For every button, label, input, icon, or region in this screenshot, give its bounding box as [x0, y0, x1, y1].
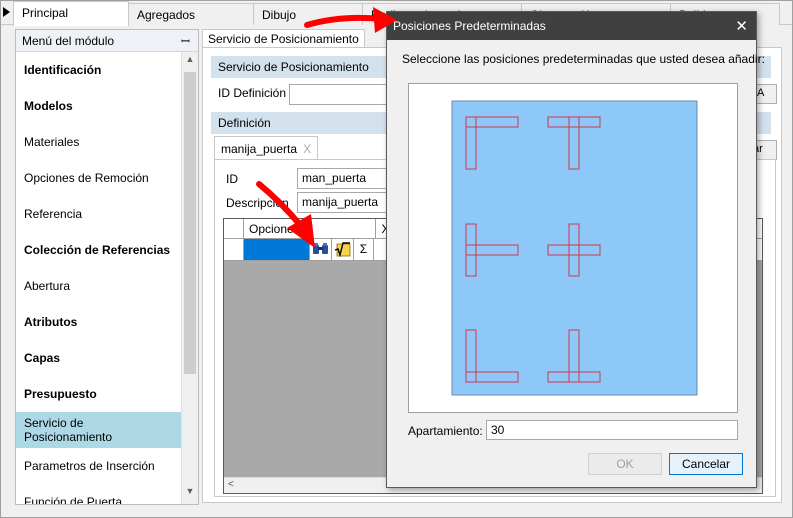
sqrt-formula-icon[interactable] — [332, 239, 354, 260]
module-menu-title: Menú del módulo — [22, 34, 115, 48]
sidebar-item-materiales[interactable]: Materiales — [16, 124, 182, 160]
module-menu-header: Menú del módulo ꟷ — [16, 30, 198, 52]
id-label: ID — [226, 172, 238, 186]
sidebar-item-identificacion[interactable]: Identificación — [16, 52, 182, 88]
inner-tab-close-icon[interactable]: X — [303, 142, 311, 156]
sidebar-item-modelos[interactable]: Modelos — [16, 88, 182, 124]
scroll-left-icon[interactable]: < — [228, 479, 234, 490]
sigma-icon[interactable]: Σ — [354, 239, 374, 260]
default-positions-dialog: Posiciones Predeterminadas ✕ Seleccione … — [386, 11, 765, 488]
sidebar-item-capas[interactable]: Capas — [16, 340, 182, 376]
row-selector[interactable] — [224, 239, 244, 260]
annotation-arrow-title — [304, 7, 397, 33]
dialog-titlebar: Posiciones Predeterminadas ✕ — [387, 12, 756, 40]
sidebar-scrollbar[interactable]: ▲ ▼ — [181, 52, 198, 504]
sidebar-item-coleccion-referencias[interactable]: Colección de Referencias — [16, 232, 182, 268]
spacing-field[interactable]: 30 — [486, 420, 738, 440]
close-icon[interactable]: ✕ — [735, 17, 748, 35]
dialog-title: Posiciones Predeterminadas — [393, 19, 546, 33]
scroll-up-icon[interactable]: ▲ — [182, 54, 198, 70]
inner-tab-label: manija_puerta — [221, 142, 298, 156]
positions-preview-box — [408, 83, 738, 413]
sidebar-item-funcion-puerta[interactable]: Función de Puerta — [16, 484, 182, 504]
dialog-prompt: Seleccione las posiciones predeterminada… — [402, 52, 765, 66]
annotation-arrow-binoculars — [256, 181, 315, 248]
sidebar-item-servicio-posicionamiento[interactable]: Servicio de Posicionamiento — [16, 412, 182, 448]
sidebar-item-atributos[interactable]: Atributos — [16, 304, 182, 340]
pin-icon[interactable]: ꟷ — [181, 34, 190, 49]
cancel-button[interactable]: Cancelar — [669, 453, 743, 475]
tab-agregados[interactable]: Agregados — [128, 3, 254, 25]
module-menu: Menú del módulo ꟷ Identificación Modelos… — [15, 29, 199, 505]
sidebar-item-referencia[interactable]: Referencia — [16, 196, 182, 232]
sidebar-item-opciones-remocion[interactable]: Opciones de Remoción — [16, 160, 182, 196]
tab-principal[interactable]: Principal — [13, 1, 129, 26]
scroll-thumb[interactable] — [184, 72, 196, 374]
scroll-down-icon[interactable]: ▼ — [182, 486, 198, 502]
spacing-label: Apartamiento: — [408, 424, 483, 438]
door-preview-svg — [451, 100, 698, 396]
ok-button[interactable]: OK — [588, 453, 662, 475]
active-pane-marker-icon — [3, 7, 10, 17]
sidebar-item-parametros-insercion[interactable]: Parametros de Inserción — [16, 448, 182, 484]
tab-manija-puerta[interactable]: manija_puerta X — [214, 136, 319, 160]
module-menu-list: Identificación Modelos Materiales Opcion… — [16, 52, 182, 504]
door-panel — [451, 100, 698, 396]
row-selector-header — [224, 219, 244, 238]
application-window: Principal Agregados Dibujo Redimensionam… — [0, 0, 793, 518]
id-definition-label: ID Definición — [218, 86, 287, 100]
sidebar-item-presupuesto[interactable]: Presupuesto — [16, 376, 182, 412]
sidebar-item-abertura[interactable]: Abertura — [16, 268, 182, 304]
